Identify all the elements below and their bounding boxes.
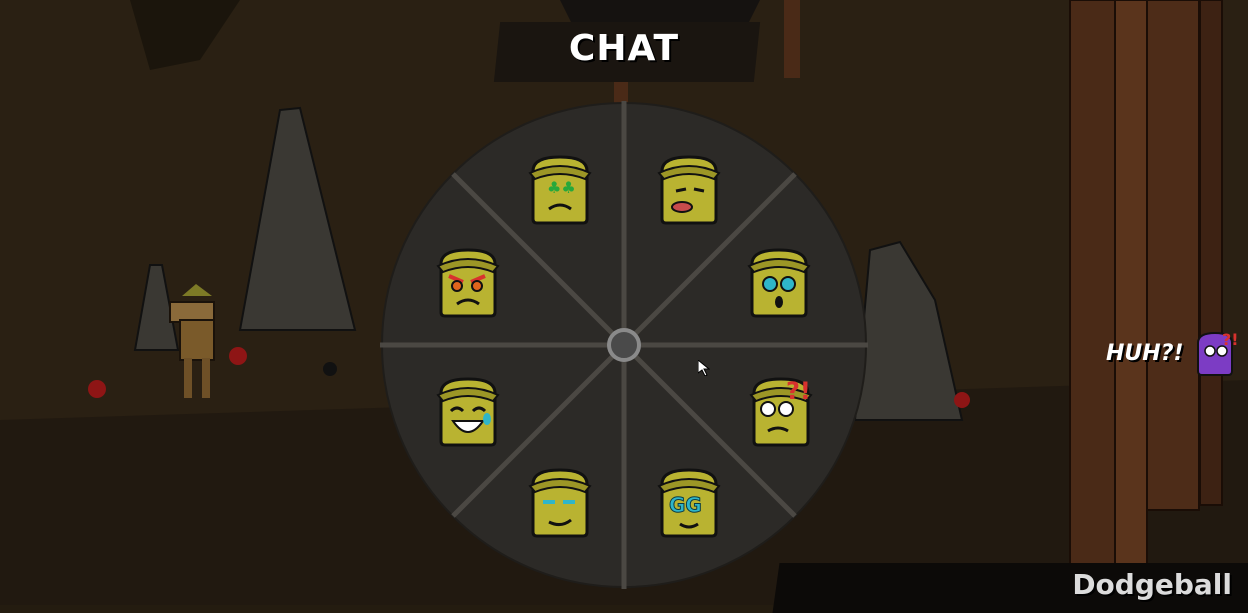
chat-title: CHAT	[568, 28, 680, 69]
emote-laugh-cry[interactable]	[435, 375, 501, 449]
mouse-cursor-icon	[698, 360, 710, 376]
emote-angry[interactable]	[435, 246, 501, 320]
svg-text:♣♣: ♣♣	[547, 178, 576, 197]
emote-clover-eyes[interactable]: ♣♣	[527, 153, 593, 227]
emote-tongue-out[interactable]	[656, 153, 722, 227]
game-mode-label: Dodgeball	[1072, 568, 1232, 601]
wheel-center-button[interactable]	[607, 328, 641, 362]
chat-bubble-text: HUH?!	[1106, 341, 1184, 366]
emote-sparkle-eyes[interactable]	[746, 246, 812, 320]
svg-text:?!: ?!	[1222, 331, 1238, 349]
svg-text:GG: GG	[669, 493, 702, 517]
emote-confused-question[interactable]: ?!	[748, 375, 814, 449]
emote-gg[interactable]: GG	[656, 466, 722, 540]
emote-smug[interactable]	[527, 466, 593, 540]
svg-text:?!: ?!	[786, 377, 811, 405]
purple-confused-avatar-icon: ?!	[1197, 331, 1238, 376]
